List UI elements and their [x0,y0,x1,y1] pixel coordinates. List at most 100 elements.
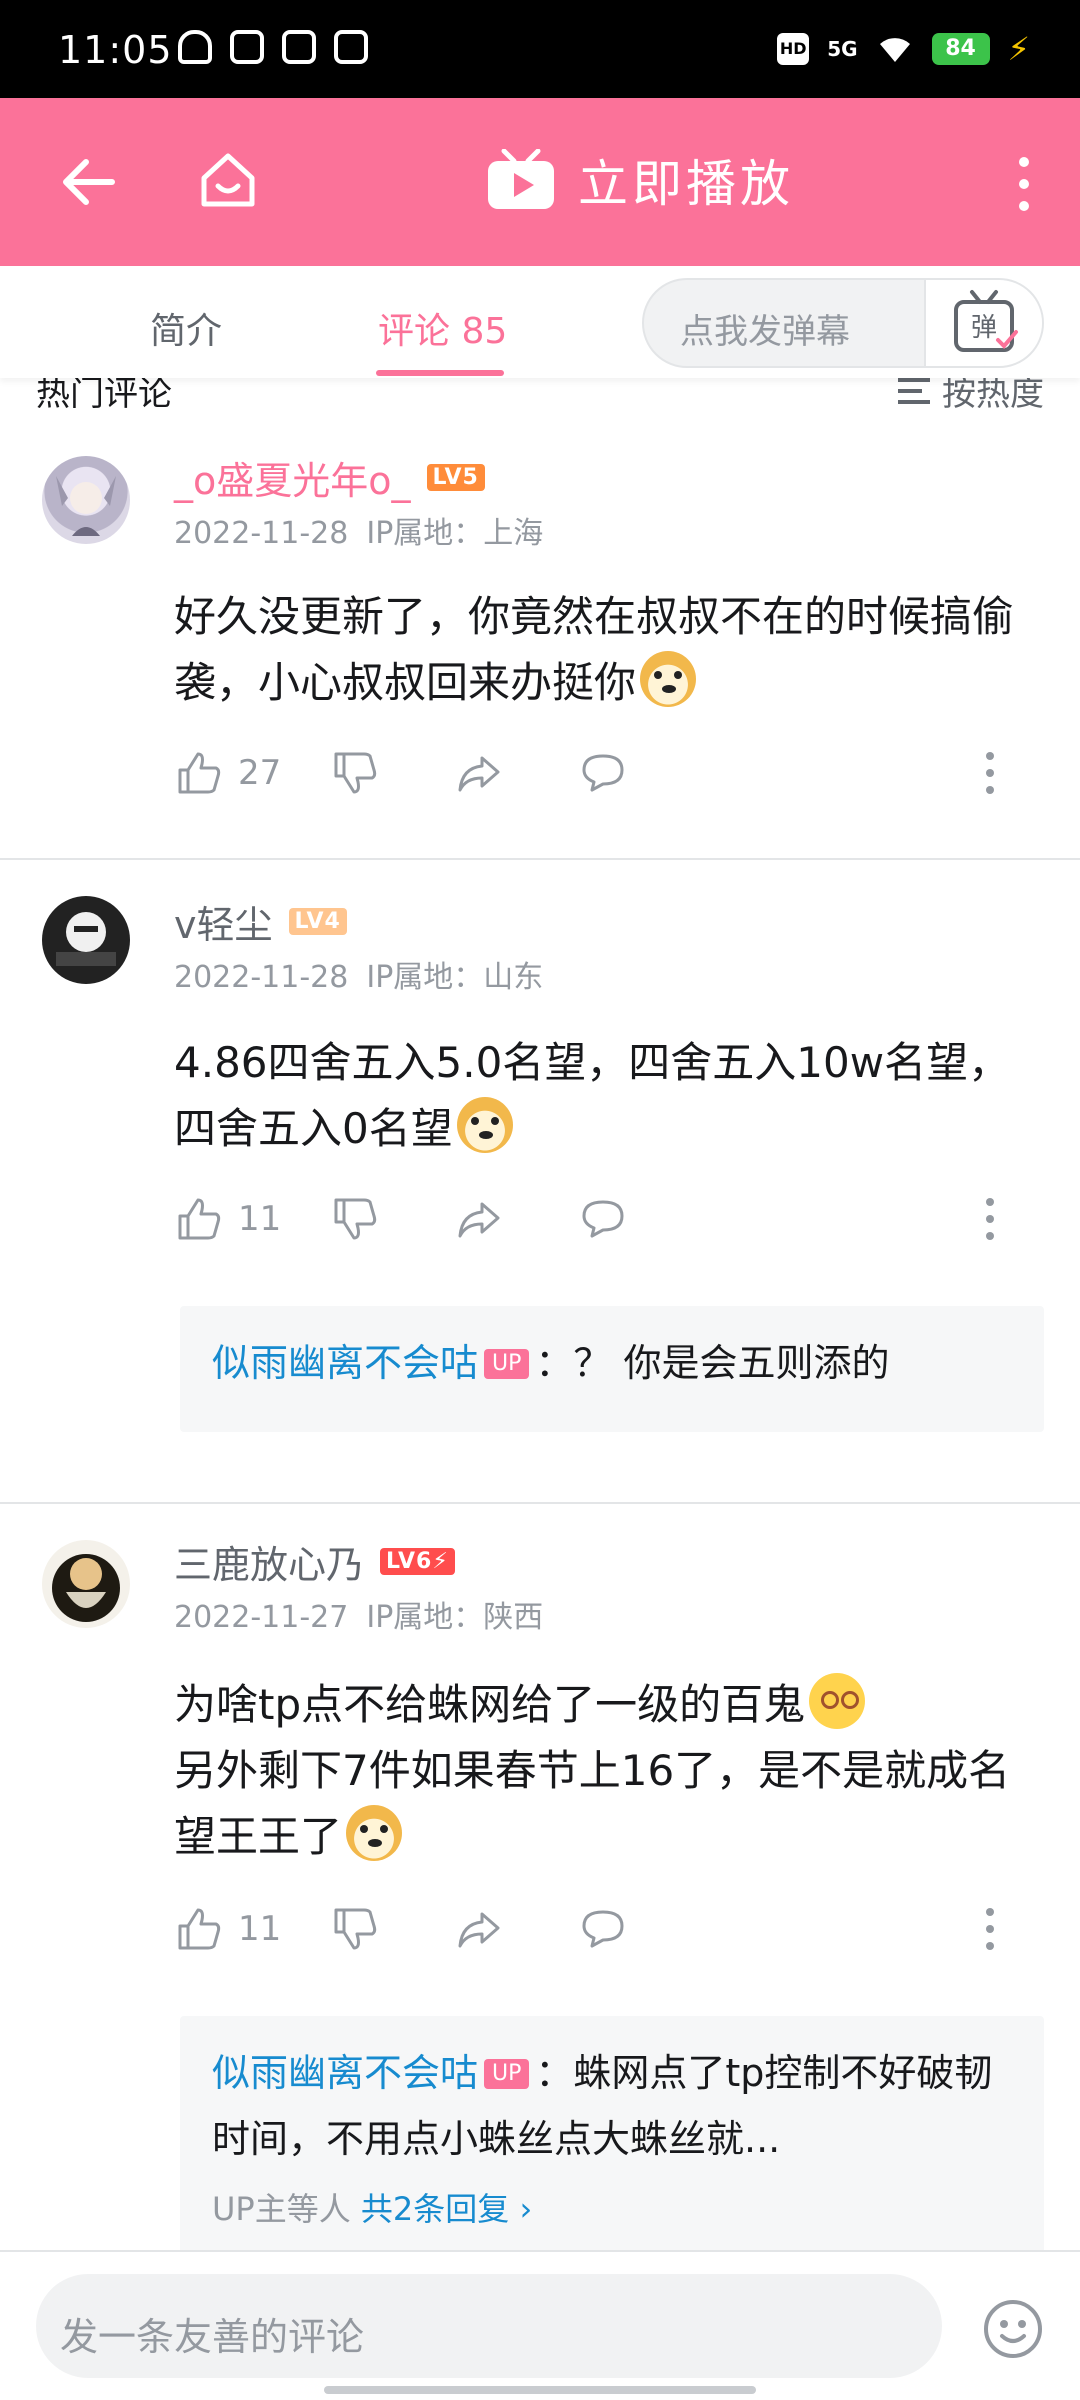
system-icons: HD 5G 84 ⚡ [777,30,1030,68]
level-badge: LV4 [288,908,347,935]
dislike-button[interactable] [330,748,454,798]
comment-more-icon[interactable] [980,1904,1000,1954]
qq-icon [178,30,212,64]
doge-emoji-icon [640,651,697,707]
more-replies-link[interactable]: 共2条回复 [361,2190,509,2228]
share-button[interactable] [454,748,578,798]
share-arrow-icon [458,1202,500,1238]
comment-more-icon[interactable] [980,748,1000,798]
play-now-label: 立即播放 [578,155,794,213]
reply-username[interactable]: 似雨幽离不会咕 [212,2051,478,2095]
comment-composer-bar: 发一条友善的评论 [0,2250,1080,2400]
back-arrow-icon[interactable] [56,150,120,214]
share-button[interactable] [454,1904,578,1954]
tab-active-indicator [376,370,504,376]
chat-bubble-icon [582,754,624,792]
level-badge: LV6⚡ [380,1548,455,1575]
sort-bar: 热门评论 按热度 [0,372,1080,412]
battery-indicator: 84 [931,33,990,65]
username[interactable]: 三鹿放心乃 [174,1534,364,1589]
chat-bubble-icon [582,1200,624,1238]
username[interactable]: _o盛夏光年o_ [174,450,411,505]
reply-button[interactable] [578,1194,628,1244]
doge-rose-emoji-icon [456,1097,513,1153]
doge-emoji-icon [346,1805,403,1861]
reply-text: ：？ 你是会五则添的 [535,1341,890,1385]
tab-bar: 简介 评论 85 点我发弹幕 弹 [0,266,1080,378]
reply-button[interactable] [578,1904,628,1954]
danmaku-input[interactable]: 点我发弹幕 弹 [642,278,1044,368]
comment-location: IP属地：上海 [366,516,544,551]
comment-date: 2022-11-28 [174,516,349,551]
share-button[interactable] [454,1194,578,1244]
comment-divider [0,858,1080,860]
notification-icons [178,30,368,64]
app-header: 立即播放 [0,98,1080,266]
reply-preview[interactable]: 似雨幽离不会咕 UP：？ 你是会五则添的 [180,1306,1044,1432]
share-arrow-icon [458,1912,500,1948]
like-count: 11 [238,1909,282,1949]
comment-meta: 2022-11-28 IP属地：上海 [174,508,543,552]
wifi-icon [879,38,910,62]
chevron-right-icon: › [519,2190,533,2228]
dislike-button[interactable] [330,1904,454,1954]
sort-by-hot-button[interactable]: 按热度 [898,372,1044,412]
comment-actions: 11 [174,1904,994,1954]
play-icon [230,30,264,64]
sort-label: 按热度 [942,374,1044,412]
more-vertical-icon[interactable] [1014,154,1034,214]
emoji-picker-icon[interactable] [982,2298,1044,2360]
home-indicator[interactable] [324,2386,756,2394]
like-button[interactable]: 27 [174,748,330,798]
comment-divider [0,1502,1080,1504]
avatar[interactable] [42,456,130,544]
danmaku-toggle-button[interactable]: 弹 [924,280,1042,366]
tab-comments[interactable]: 评论 85 [378,302,507,354]
comment-input-placeholder: 发一条友善的评论 [60,2315,365,2359]
comment-input[interactable]: 发一条友善的评论 [36,2274,942,2378]
network-label: 5G [827,37,858,61]
like-button[interactable]: 11 [174,1904,330,1954]
thumbs-down-icon [334,1198,377,1240]
comment-location: IP属地：陕西 [366,1600,544,1635]
sort-icon [898,377,930,404]
share-arrow-icon [458,756,500,792]
home-icon[interactable] [196,148,260,212]
like-count: 11 [238,1199,282,1239]
dislike-button[interactable] [330,1194,454,1244]
video-icon [282,30,316,64]
thumbs-up-icon [178,752,221,794]
level-badge: LV5 [426,464,485,491]
avatar[interactable] [42,896,130,984]
username[interactable]: v轻尘 [174,894,273,949]
comment-location: IP属地：山东 [366,960,544,995]
like-button[interactable]: 11 [174,1194,330,1244]
view-more-replies[interactable]: UP主等人 共2条回复 › [212,2176,1012,2242]
comment-meta: 2022-11-28 IP属地：山东 [174,952,543,996]
comment-meta: 2022-11-27 IP属地：陕西 [174,1592,543,1636]
up-badge: UP [484,2059,530,2089]
hd-icon: HD [777,33,810,65]
reply-preview[interactable]: 似雨幽离不会咕 UP ：蛛网点了tp控制不好破韧时间，不用点小蛛丝点大蛛丝就... … [180,2016,1044,2262]
like-count: 27 [238,753,282,793]
reply-button[interactable] [578,748,628,798]
danmaku-placeholder: 点我发弹幕 [680,312,850,352]
blush-emoji-icon [809,1673,866,1729]
status-bar: 11:05 HD 5G 84 ⚡ [0,0,1080,98]
avatar[interactable] [42,1540,130,1628]
tab-intro[interactable]: 简介 [150,302,222,354]
thumbs-up-icon [178,1908,221,1950]
svg-text:弹: 弹 [971,313,997,343]
reply-username[interactable]: 似雨幽离不会咕 [212,1341,478,1385]
charging-icon: ⚡ [1007,30,1030,68]
comment-text: 4.86四舍五入5.0名望，四舍五入10w名望，四舍五入0名望 [174,1038,1011,1153]
chat-bubble-icon [582,1910,624,1948]
username-row: 三鹿放心乃 LV6⚡ [174,1534,455,1589]
username-row: v轻尘 LV4 [174,894,347,949]
pay-icon [334,30,368,64]
username-row: _o盛夏光年o_ LV5 [174,450,485,505]
comment-more-icon[interactable] [980,1194,1000,1244]
comment-text: 好久没更新了，你竟然在叔叔不在的时候搞偷袭，小心叔叔回来办挺你 [174,592,1015,707]
up-badge: UP [484,1349,530,1379]
play-now-button[interactable]: 立即播放 [486,144,794,216]
